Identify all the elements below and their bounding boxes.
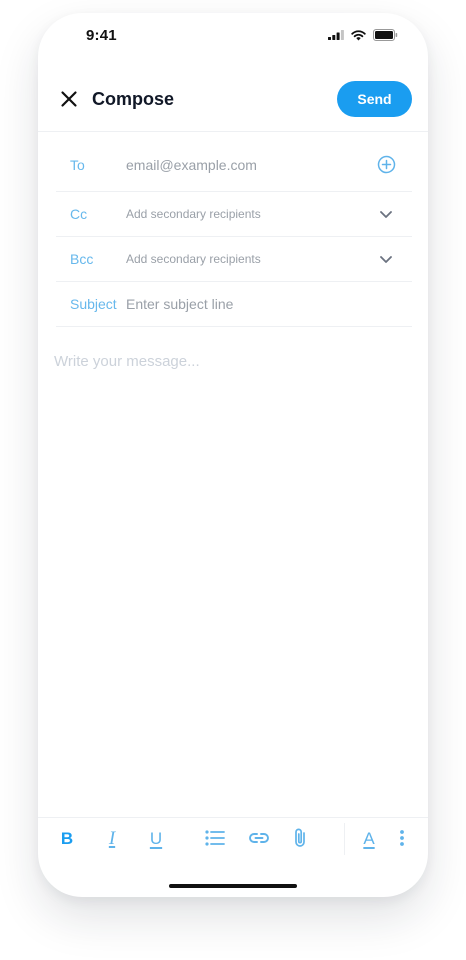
- recipient-fields: To Cc Bcc: [56, 138, 412, 327]
- cellular-signal-icon: [328, 30, 344, 40]
- to-label: To: [70, 156, 85, 173]
- message-body-input[interactable]: [54, 351, 410, 813]
- to-input[interactable]: [126, 152, 412, 177]
- subject-row: Subject: [56, 282, 412, 327]
- cc-input[interactable]: [126, 202, 412, 226]
- cc-label: Cc: [70, 206, 88, 222]
- add-recipient-button[interactable]: [376, 155, 396, 175]
- italic-button[interactable]: I: [100, 826, 124, 850]
- list-icon: [205, 830, 225, 846]
- list-button[interactable]: [203, 826, 227, 850]
- link-icon: [249, 833, 269, 843]
- underline-icon: U: [149, 828, 163, 848]
- underline-button[interactable]: U: [144, 826, 168, 850]
- more-vertical-icon: [400, 830, 404, 846]
- status-bar: 9:41: [38, 13, 428, 59]
- bcc-input[interactable]: [126, 247, 412, 271]
- attachment-button[interactable]: [288, 826, 312, 850]
- subject-input[interactable]: [126, 292, 412, 316]
- formatting-toolbar: B I U A: [38, 817, 428, 858]
- compose-header: Compose Send: [38, 73, 428, 132]
- bold-icon: B: [60, 828, 74, 848]
- bold-button[interactable]: B: [55, 826, 79, 850]
- battery-icon: [373, 29, 398, 41]
- wifi-icon: [351, 29, 366, 40]
- chevron-down-icon: [380, 210, 392, 218]
- attachment-icon: [295, 828, 305, 847]
- cc-row: Cc: [56, 192, 412, 237]
- bcc-row: Bcc: [56, 237, 412, 282]
- bcc-expand-button[interactable]: [376, 249, 396, 269]
- phone-frame: 9:41 Compose Send To email@example.com C…: [38, 13, 428, 897]
- more-options-button[interactable]: [390, 826, 414, 850]
- cc-expand-button[interactable]: [376, 204, 396, 224]
- add-circle-icon: [377, 155, 395, 174]
- page-title: Compose: [92, 89, 175, 109]
- toolbar-divider: [344, 823, 345, 855]
- chevron-down-icon: [380, 255, 392, 263]
- subject-label: Subject: [70, 296, 117, 312]
- status-time: 9:41: [86, 27, 117, 44]
- close-icon: [61, 91, 77, 107]
- text-color-button[interactable]: A: [357, 826, 381, 850]
- link-button[interactable]: [247, 826, 271, 850]
- send-button[interactable]: Send: [337, 81, 412, 117]
- status-icons: [328, 29, 398, 41]
- italic-icon: I: [108, 827, 116, 849]
- text-color-icon: A: [363, 828, 375, 848]
- to-row: To: [56, 138, 412, 192]
- home-indicator: [169, 884, 297, 888]
- bcc-label: Bcc: [70, 251, 94, 267]
- close-button[interactable]: [58, 88, 80, 110]
